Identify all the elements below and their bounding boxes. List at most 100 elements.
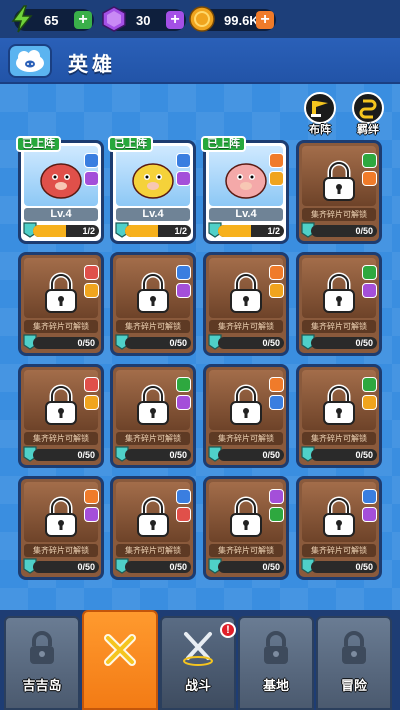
add-energy-button[interactable]: + [74,11,92,29]
unlock-hint: 集齐碎片可解锁 [24,432,98,445]
lock-icon [264,631,288,664]
coins-counter: 99.6K + [189,6,276,32]
hero-card[interactable]: 集齐碎片可解锁 0/50 [203,252,289,356]
shard-count: 1/2 [82,226,95,236]
tab-heroes[interactable] [82,610,158,710]
shard-count: 0/50 [355,338,373,348]
hero-card[interactable]: 集齐碎片可解锁 0/50 [203,364,289,468]
hero-card[interactable]: 集齐碎片可解锁 0/50 [203,476,289,580]
formation-button[interactable]: 布阵 [300,92,340,136]
lock-icon [45,272,77,313]
tab-battle-label: 战斗 [184,678,211,693]
hero-class-badge [269,489,284,504]
unlock-hint: 集齐碎片可解锁 [302,544,376,557]
shard-count: 0/50 [77,338,95,348]
hero-card[interactable]: 集齐碎片可解锁 0/50 [110,476,196,580]
unlock-hint: 集齐碎片可解锁 [302,320,376,333]
progress-fill [125,225,158,237]
hero-class-badge [269,377,284,392]
tab-base[interactable]: 基地 [238,616,314,710]
unlock-hint: 集齐碎片可解锁 [116,544,190,557]
hero-element-badge [84,171,99,186]
hero-card[interactable]: 集齐碎片可解锁 0/50 [110,252,196,356]
bond-button[interactable]: 羁绊 [348,92,388,136]
hero-class-badge [362,265,377,280]
hero-element-badge [362,283,377,298]
shard-progress-bar: 0/50 [125,337,191,349]
lock-icon [230,272,262,313]
tab-adventure[interactable]: 冒险 [316,616,392,710]
coins-value: 99.6K [224,12,259,28]
shard-progress-bar: 0/50 [33,561,99,573]
hero-character-icon [40,163,82,199]
shard-count: 0/50 [262,450,280,460]
hero-class-badge [176,265,191,280]
hero-class-badge [176,489,191,504]
hero-card[interactable]: 集齐碎片可解锁 0/50 [110,364,196,468]
bond-label: 羁绊 [357,124,379,136]
hero-card[interactable]: Lv.4 1/2 [18,140,104,244]
tab-battle[interactable]: 战斗 ! [160,616,236,710]
hero-element-badge [84,283,99,298]
hero-class-badge [84,377,99,392]
hero-card[interactable]: 集齐碎片可解锁 0/50 [296,140,382,244]
hero-character-icon [225,163,267,199]
deployed-tag: 已上阵 [201,136,246,152]
tab-base-label: 基地 [262,678,289,693]
shard-count: 0/50 [77,450,95,460]
progress-fill [33,225,66,237]
hero-card[interactable]: 集齐碎片可解锁 0/50 [18,476,104,580]
hero-card[interactable]: 集齐碎片可解锁 0/50 [296,364,382,468]
hero-element-badge [269,507,284,522]
shard-progress-bar: 1/2 [125,225,191,237]
shard-progress-bar: 0/50 [125,561,191,573]
gems-counter: 30 + [102,6,186,32]
progress-fill [218,225,251,237]
hero-card[interactable]: 集齐碎片可解锁 0/50 [296,476,382,580]
lock-icon [137,384,169,425]
formation-icon [304,92,336,124]
unlock-hint: 集齐碎片可解锁 [209,544,283,557]
tab-island[interactable]: 吉吉岛 [4,616,80,710]
hero-element-badge [84,507,99,522]
shard-progress-bar: 0/50 [311,337,377,349]
hero-card[interactable]: 集齐碎片可解锁 0/50 [18,252,104,356]
lock-icon [30,631,54,664]
hero-class-badge [269,265,284,280]
unlock-hint: 集齐碎片可解锁 [24,544,98,557]
shard-progress-bar: 0/50 [33,449,99,461]
hero-card[interactable]: Lv.4 1/2 [110,140,196,244]
add-coins-button[interactable]: + [256,11,274,29]
hero-cross-icon [104,634,136,666]
hero-class-badge [84,265,99,280]
header: 英雄 [0,38,400,84]
unlock-hint: 集齐碎片可解锁 [116,432,190,445]
unlock-hint: 集齐碎片可解锁 [209,432,283,445]
hero-card[interactable]: Lv.4 1/2 [203,140,289,244]
hero-element-badge [84,395,99,410]
lock-icon [323,272,355,313]
hero-element-badge [362,171,377,186]
hero-element-badge [176,283,191,298]
lock-icon [230,384,262,425]
lock-icon [323,160,355,201]
shard-progress-bar: 0/50 [218,337,284,349]
cloud-pig-icon[interactable] [8,44,52,78]
crossed-swords-icon [183,632,213,666]
bond-icon [352,92,384,124]
add-gems-button[interactable]: + [166,11,184,29]
notification-badge: ! [220,622,236,638]
hero-class-badge [362,377,377,392]
shard-progress-bar: 0/50 [125,449,191,461]
hero-card[interactable]: 集齐碎片可解锁 0/50 [296,252,382,356]
lock-icon [323,384,355,425]
hero-element-badge [176,507,191,522]
shard-progress-bar: 1/2 [218,225,284,237]
shard-count: 0/50 [262,562,280,572]
hero-element-badge [269,283,284,298]
hero-element-badge [269,171,284,186]
resource-bar: 65 + 30 + 99.6K + [0,0,400,38]
hero-card[interactable]: 集齐碎片可解锁 0/50 [18,364,104,468]
lock-icon [45,384,77,425]
shard-progress-bar: 0/50 [311,225,377,237]
